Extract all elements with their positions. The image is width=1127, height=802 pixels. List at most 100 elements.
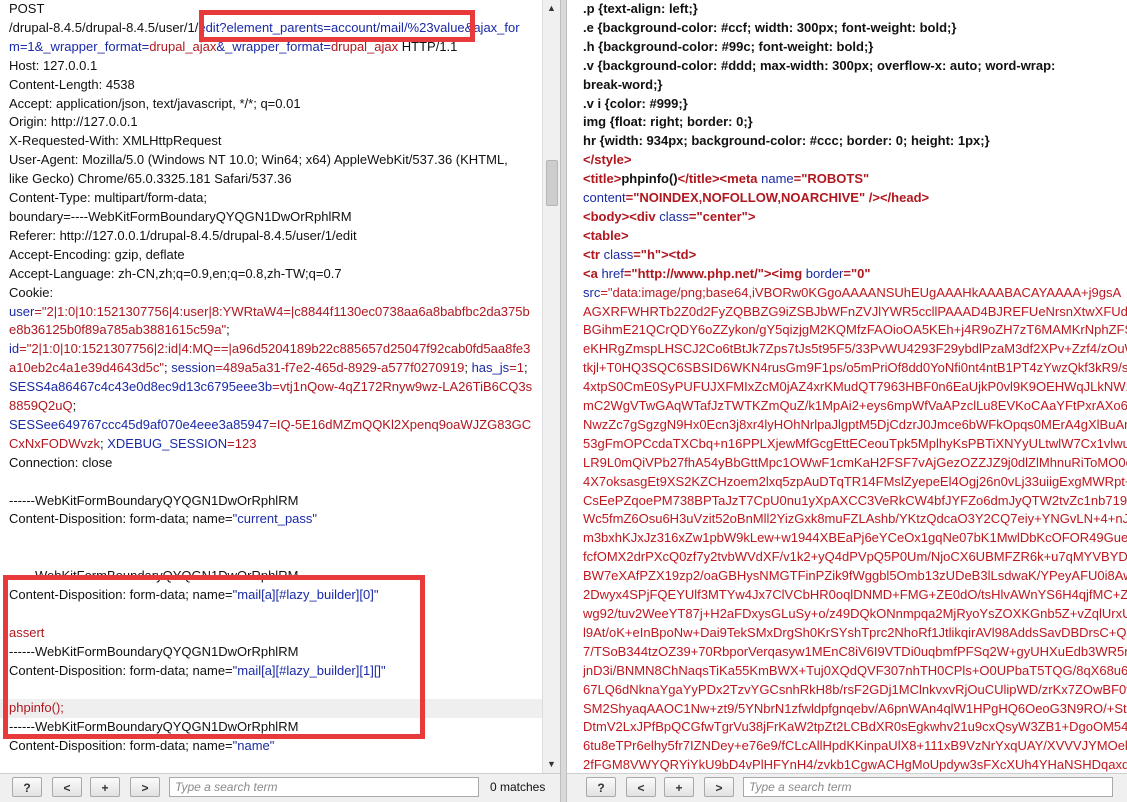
code-token: img {float: right; border: 0;} bbox=[583, 114, 753, 130]
request-line: Content-Disposition: form-data; name="na… bbox=[0, 737, 542, 756]
code-token: SM2ShyaqAAOC1Nw+zt9/5YNbrN1zfwldpfgnqebv… bbox=[583, 700, 1127, 716]
response-line: .p {text-align: left;} bbox=[567, 0, 1127, 19]
response-line: break-word;} bbox=[567, 76, 1127, 95]
scroll-down-arrow-icon[interactable]: ▼ bbox=[543, 756, 560, 773]
code-token: ="data:image/png;base64,iVBORw0KGgoAAAAN… bbox=[600, 284, 1122, 300]
code-token: DtmV2LxJPfBpQCGfwTgrVu38jFrKaW2tpZt2LCBd… bbox=[583, 719, 1127, 735]
code-token: HTTP/1.1 bbox=[398, 38, 458, 54]
request-pane: POST/drupal-8.4.5/drupal-8.4.5/user/1/ed… bbox=[0, 0, 560, 802]
request-scrollbar[interactable]: ▲ ▼ bbox=[542, 0, 560, 773]
response-line: <table> bbox=[567, 227, 1127, 246]
add-button[interactable]: + bbox=[90, 777, 120, 797]
code-token: jnD3i/BNMN8ChNaqsTiKa55KmBWX+Tuj0XQdQVF3… bbox=[583, 662, 1127, 678]
response-line: src="data:image/png;base64,iVBORw0KGgoAA… bbox=[567, 284, 1127, 303]
code-token: ="2|1:0|10:1521307756|2:id|4:MQ==|a96d52… bbox=[19, 341, 531, 357]
code-token: >< bbox=[661, 246, 677, 262]
code-token: border bbox=[802, 265, 844, 281]
code-token: title bbox=[590, 171, 614, 187]
code-token: "mail[a][#lazy_builder][0]" bbox=[232, 587, 379, 603]
request-line: Origin: http://127.0.0.1 bbox=[0, 113, 542, 132]
code-token: ------WebKitFormBoundaryQYQGN1DwOrRphlRM bbox=[9, 719, 299, 735]
code-token: ="2|1:0|10:1521307756|4:user|8:YWRtaW4=|… bbox=[34, 303, 530, 319]
code-token: SESSee649767ccc45d9af070e4eee3a85947 bbox=[9, 416, 270, 432]
code-token: ="h" bbox=[633, 246, 662, 262]
code-token: BGihmE21QCrQDY6oZZykon/gY5qizjgM2KQMfzFA… bbox=[583, 322, 1127, 338]
help-button[interactable]: ? bbox=[586, 777, 616, 797]
response-line: wg92/tuv2WeeYT87j+H2aFDxysGLuSy+o/z49DQk… bbox=[567, 605, 1127, 624]
code-token: Cookie: bbox=[9, 284, 54, 300]
code-token: =vtj1nQow-4qZ172Rnyw9wz-LA26TiB6CQ3s bbox=[272, 379, 533, 395]
code-token: Content-Disposition: form-data; name= bbox=[9, 511, 233, 527]
code-token: POST bbox=[9, 1, 45, 16]
previous-button[interactable]: < bbox=[52, 777, 82, 797]
response-footer: ? < + > Type a search term bbox=[567, 773, 1127, 802]
code-token: ; bbox=[226, 322, 230, 338]
code-token: .h {background-color: #99c; font-weight:… bbox=[583, 38, 874, 54]
request-line: boundary=----WebKitFormBoundaryQYQGN1DwO… bbox=[0, 208, 542, 227]
code-token: BW7eXAfPZX19zp2/oaGBHysNMGTFinPZik9fWggb… bbox=[583, 568, 1127, 584]
code-token: eKHRgZmspLHSCJ2Co6tBtJk7Zps7tJs5t95F5/33… bbox=[583, 341, 1127, 357]
search-input[interactable]: Type a search term bbox=[169, 777, 479, 797]
response-line: hr {width: 934px; background-color: #ccc… bbox=[567, 132, 1127, 151]
request-line: Content-Disposition: form-data; name="ma… bbox=[0, 662, 542, 681]
code-token: drupal_ajax bbox=[330, 38, 399, 54]
code-token: m=1&_wrapper_format= bbox=[9, 38, 150, 54]
request-line: phpinfo(); bbox=[0, 699, 542, 719]
code-token: m3bxhKJxJz316xZw1pbW9kLew+w1944XBEaPj6eY… bbox=[583, 530, 1127, 546]
response-line: BGihmE21QCrQDY6oZZykon/gY5qizjgM2KQMfzFA… bbox=[567, 321, 1127, 340]
code-token: href bbox=[597, 265, 624, 281]
response-editor[interactable]: .p {text-align: left;} .e {background-col… bbox=[567, 0, 1127, 773]
request-editor[interactable]: POST/drupal-8.4.5/drupal-8.4.5/user/1/ed… bbox=[0, 0, 542, 773]
scroll-thumb[interactable] bbox=[546, 160, 558, 206]
request-line bbox=[0, 473, 542, 492]
request-line: SESSee649767ccc45d9af070e4eee3a85947=IQ-… bbox=[0, 416, 542, 435]
response-line: 4X7oksasgEt9XS2KZCHzoem2lxq5zpAuDTqTR14F… bbox=[567, 473, 1127, 492]
code-token: User-Agent: Mozilla/5.0 (Windows NT 10.0… bbox=[9, 152, 508, 168]
response-line: CsEePZqoePM738BPTaJzT7CpU0nu1yXpAXCC3VeR… bbox=[567, 492, 1127, 511]
search-input[interactable]: Type a search term bbox=[743, 777, 1113, 797]
response-line: 2fFGM8VWYQRYiYkU9bD4vPlHFYnH4/zvkb1CgwAC… bbox=[567, 756, 1127, 773]
code-token: ="center" bbox=[688, 208, 748, 224]
code-token: =123 bbox=[227, 435, 257, 451]
code-token: meta bbox=[727, 171, 758, 187]
request-line: Content-Disposition: form-data; name="ma… bbox=[0, 586, 542, 605]
next-button[interactable]: > bbox=[704, 777, 734, 797]
code-token: </ bbox=[583, 152, 595, 168]
response-line: .h {background-color: #99c; font-weight:… bbox=[567, 38, 1127, 57]
response-pane: .p {text-align: left;} .e {background-col… bbox=[567, 0, 1127, 802]
response-line: <body><div class="center"> bbox=[567, 208, 1127, 227]
code-token: title bbox=[688, 171, 712, 187]
scroll-up-arrow-icon[interactable]: ▲ bbox=[543, 0, 560, 17]
response-line: jnD3i/BNMN8ChNaqsTiKa55KmBWX+Tuj0XQdQVF3… bbox=[567, 662, 1127, 681]
response-line: </style> bbox=[567, 151, 1127, 170]
request-line: Connection: close bbox=[0, 454, 542, 473]
code-token: like Gecko) Chrome/65.0.3325.181 Safari/… bbox=[9, 171, 292, 187]
request-line: id="2|1:0|10:1521307756|2:id|4:MQ==|a96d… bbox=[0, 340, 542, 359]
code-token: ; bbox=[464, 360, 472, 376]
request-line: Referer: http://127.0.0.1/drupal-8.4.5/d… bbox=[0, 227, 542, 246]
request-line: ------WebKitFormBoundaryQYQGN1DwOrRphlRM bbox=[0, 492, 542, 511]
code-token: ="0" bbox=[843, 265, 871, 281]
code-token: "current_pass" bbox=[232, 511, 318, 527]
next-button[interactable]: > bbox=[130, 777, 160, 797]
request-line: ------WebKitFormBoundaryQYQGN1DwOrRphlRM bbox=[0, 567, 542, 586]
code-token: fcfOMX2drPXcQ0zf7y2tvbWVdXF/v1k2+yQ4dPVp… bbox=[583, 549, 1127, 565]
response-line: <title>phpinfo()</title><meta name="ROBO… bbox=[567, 170, 1127, 189]
help-button[interactable]: ? bbox=[12, 777, 42, 797]
request-line: X-Requested-With: XMLHttpRequest bbox=[0, 132, 542, 151]
pane-splitter[interactable] bbox=[560, 0, 567, 802]
code-token: 2fFGM8VWYQRYiYkU9bD4vPlHFYnH4/zvkb1CgwAC… bbox=[583, 757, 1127, 773]
code-token: >< bbox=[711, 171, 728, 187]
code-token: td bbox=[676, 246, 689, 262]
code-token: src bbox=[583, 284, 601, 300]
code-token: boundary=----WebKitFormBoundaryQYQGN1DwO… bbox=[9, 208, 352, 224]
code-token: LR9L0mQiVPb27fhA54yBbGttMpc1OWwF1cmKaH2F… bbox=[583, 454, 1127, 470]
code-token: 4xtpS0CmE0SyPUFUJXFMIxZcM0jAZ4xrKMudQT79… bbox=[583, 379, 1127, 395]
code-token: phpinfo(); bbox=[9, 700, 64, 716]
add-button[interactable]: + bbox=[664, 777, 694, 797]
response-line: SM2ShyaqAAOC1Nw+zt9/5YNbrN1zfwldpfgnqebv… bbox=[567, 700, 1127, 719]
code-token: 2Dwyx4SPjFQEYUlf3MTYw4Jx7ClVCbHR0oqlDNMD… bbox=[583, 587, 1127, 603]
code-token: Content-Length: 4538 bbox=[9, 76, 135, 92]
code-token: =IQ-5E16dMZmQQKl2Xpenq9oaWJZG83GC bbox=[269, 416, 532, 432]
previous-button[interactable]: < bbox=[626, 777, 656, 797]
